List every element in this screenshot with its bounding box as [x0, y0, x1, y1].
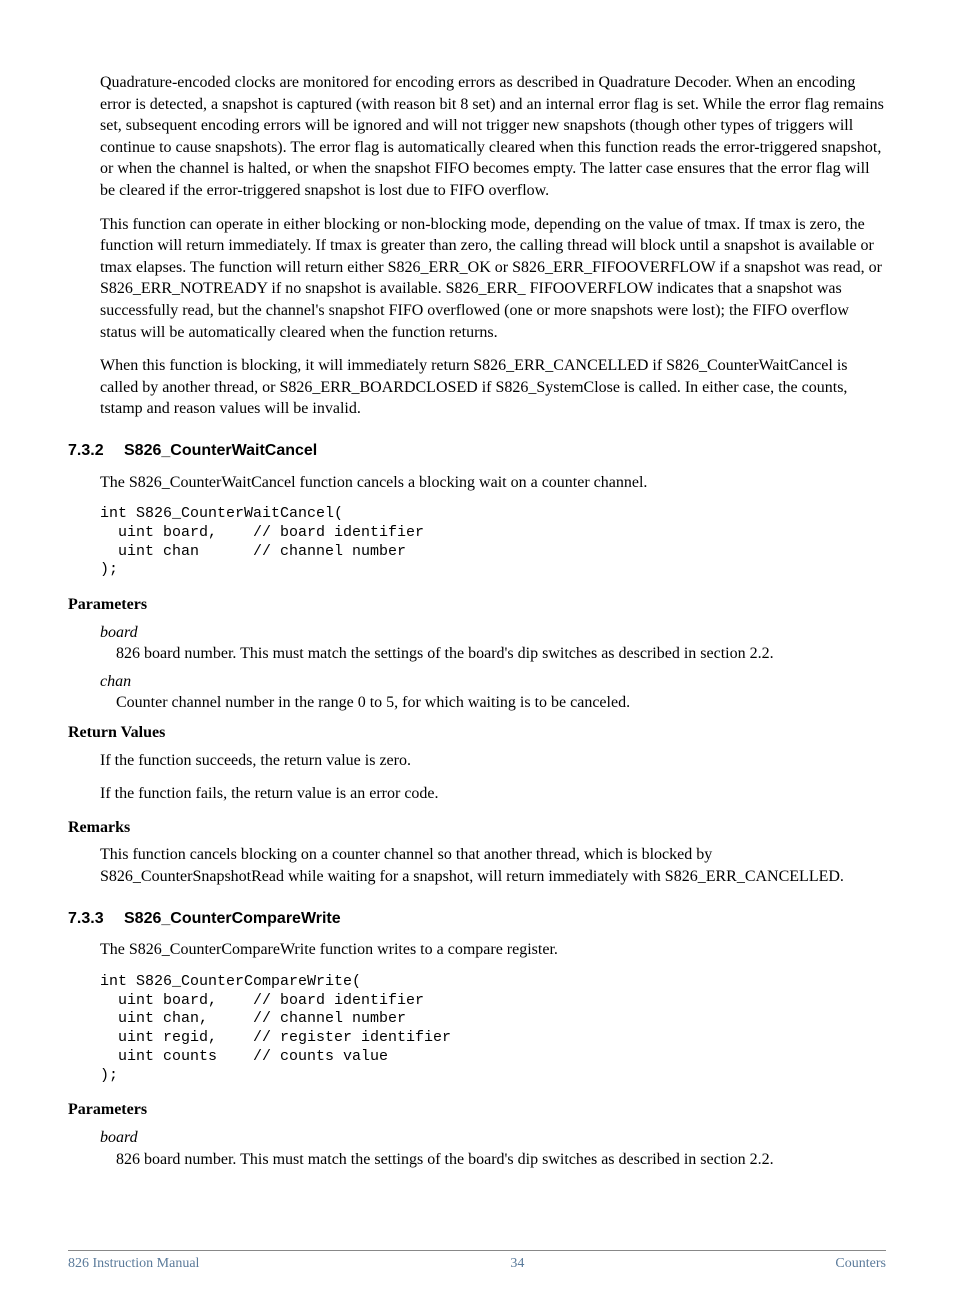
footer-right: Counters — [835, 1255, 886, 1274]
remarks-text-732: This function cancels blocking on a coun… — [68, 844, 886, 887]
code-block-732: int S826_CounterWaitCancel( uint board, … — [100, 505, 886, 580]
param-desc-board-733: 826 board number. This must match the se… — [116, 1149, 886, 1171]
section-heading-733: 7.3.3S826_CounterCompareWrite — [68, 908, 886, 930]
return-values-label-732: Return Values — [68, 722, 886, 744]
footer-left: 826 Instruction Manual — [68, 1255, 199, 1274]
parameters-label-733: Parameters — [68, 1099, 886, 1121]
param-desc-board: 826 board number. This must match the se… — [116, 643, 886, 665]
return-success-text: If the function succeeds, the return val… — [68, 750, 886, 772]
param-name-chan: chan — [100, 671, 886, 693]
section-title: S826_CounterCompareWrite — [124, 910, 341, 927]
section-732-desc: The S826_CounterWaitCancel function canc… — [68, 472, 886, 494]
code-block-733: int S826_CounterCompareWrite( uint board… — [100, 973, 886, 1086]
footer-page-number: 34 — [510, 1255, 524, 1274]
param-name-board-733: board — [100, 1127, 886, 1149]
return-fail-text: If the function fails, the return value … — [68, 783, 886, 805]
page-footer: 826 Instruction Manual 34 Counters — [68, 1250, 886, 1274]
section-number: 7.3.2 — [68, 440, 124, 462]
intro-paragraph-3: When this function is blocking, it will … — [68, 355, 886, 420]
parameters-label-732: Parameters — [68, 594, 886, 616]
remarks-label-732: Remarks — [68, 817, 886, 839]
section-number: 7.3.3 — [68, 908, 124, 930]
param-desc-chan: Counter channel number in the range 0 to… — [116, 692, 886, 714]
param-name-board: board — [100, 622, 886, 644]
section-heading-732: 7.3.2S826_CounterWaitCancel — [68, 440, 886, 462]
intro-paragraph-1: Quadrature-encoded clocks are monitored … — [68, 72, 886, 202]
section-title: S826_CounterWaitCancel — [124, 442, 317, 459]
section-733-desc: The S826_CounterCompareWrite function wr… — [68, 939, 886, 961]
intro-paragraph-2: This function can operate in either bloc… — [68, 214, 886, 344]
